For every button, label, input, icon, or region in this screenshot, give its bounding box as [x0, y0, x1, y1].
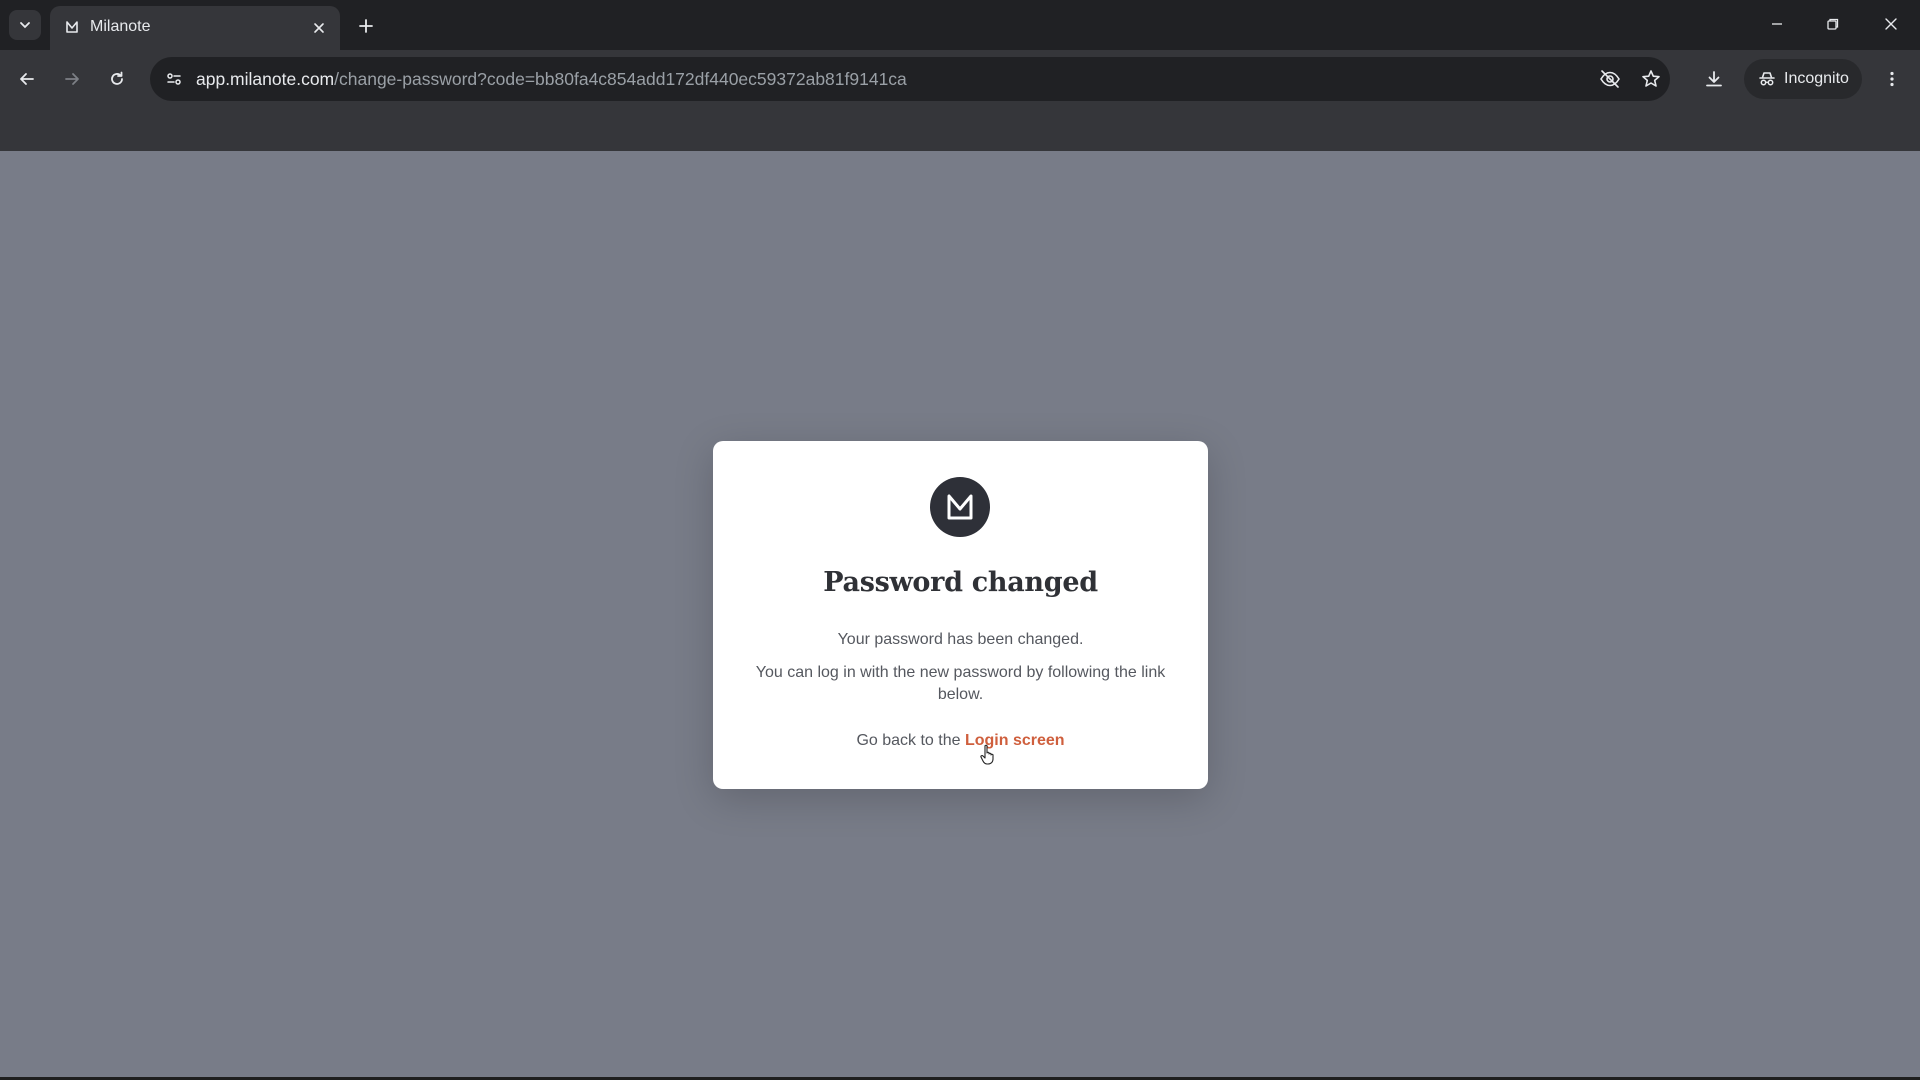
url-host: app.milanote.com	[196, 69, 335, 89]
tab-search-button[interactable]	[9, 10, 41, 40]
incognito-label: Incognito	[1784, 70, 1849, 87]
reload-button[interactable]	[99, 61, 135, 97]
kebab-menu-icon	[1890, 71, 1894, 87]
restore-button[interactable]	[1805, 0, 1861, 48]
arrow-left-icon	[20, 73, 34, 85]
tracking-protection-button[interactable]	[1594, 63, 1626, 95]
chevron-down-icon	[20, 22, 30, 29]
milanote-logo-icon	[930, 477, 990, 537]
tab-close-button[interactable]	[308, 17, 330, 39]
page-viewport: Password changed Your password has been …	[0, 151, 1920, 1077]
close-icon	[1885, 18, 1897, 30]
incognito-icon	[1759, 72, 1775, 86]
download-icon	[1706, 71, 1722, 87]
eye-off-icon	[1600, 70, 1620, 88]
browser-menu-button[interactable]	[1874, 61, 1910, 97]
restore-icon	[1827, 18, 1839, 30]
confirmation-message: Your password has been changed.	[837, 631, 1084, 648]
tab-title: Milanote	[90, 18, 151, 35]
tab-milanote[interactable]: Milanote	[50, 6, 340, 50]
forward-button[interactable]	[54, 61, 90, 97]
back-button[interactable]	[9, 61, 45, 97]
hand-cursor-icon	[980, 744, 994, 765]
instruction-message: You can log in with the new password by …	[755, 664, 1166, 703]
close-icon	[314, 23, 324, 33]
url-text: app.milanote.com/change-password?code=bb…	[196, 69, 907, 90]
arrow-right-icon	[65, 73, 79, 85]
minimize-icon	[1772, 23, 1782, 25]
url-path: /change-password?code=bb80fa4c854add172d…	[334, 69, 907, 89]
site-info-button[interactable]	[158, 63, 190, 95]
downloads-button[interactable]	[1696, 61, 1732, 97]
close-window-button[interactable]	[1863, 0, 1919, 48]
tab-strip: Milanote	[0, 0, 1920, 50]
browser-toolbar: app.milanote.com/change-password?code=bb…	[0, 50, 1920, 108]
go-back-prefix: Go back to the	[856, 732, 965, 749]
plus-icon	[359, 19, 373, 33]
bookmark-button[interactable]	[1635, 63, 1667, 95]
address-bar[interactable]: app.milanote.com/change-password?code=bb…	[150, 57, 1670, 101]
bookmarks-bar	[0, 108, 1920, 152]
star-icon	[1642, 70, 1660, 87]
password-changed-dialog: Password changed Your password has been …	[713, 441, 1208, 789]
go-back-text: Go back to the Login screen	[713, 732, 1208, 750]
new-tab-button[interactable]	[352, 12, 380, 40]
tune-icon	[167, 73, 181, 85]
incognito-indicator[interactable]: Incognito	[1744, 59, 1862, 99]
minimize-button[interactable]	[1749, 0, 1805, 48]
page-title: Password changed	[823, 567, 1098, 598]
milanote-logo-icon	[64, 19, 80, 35]
reload-icon	[111, 71, 123, 85]
